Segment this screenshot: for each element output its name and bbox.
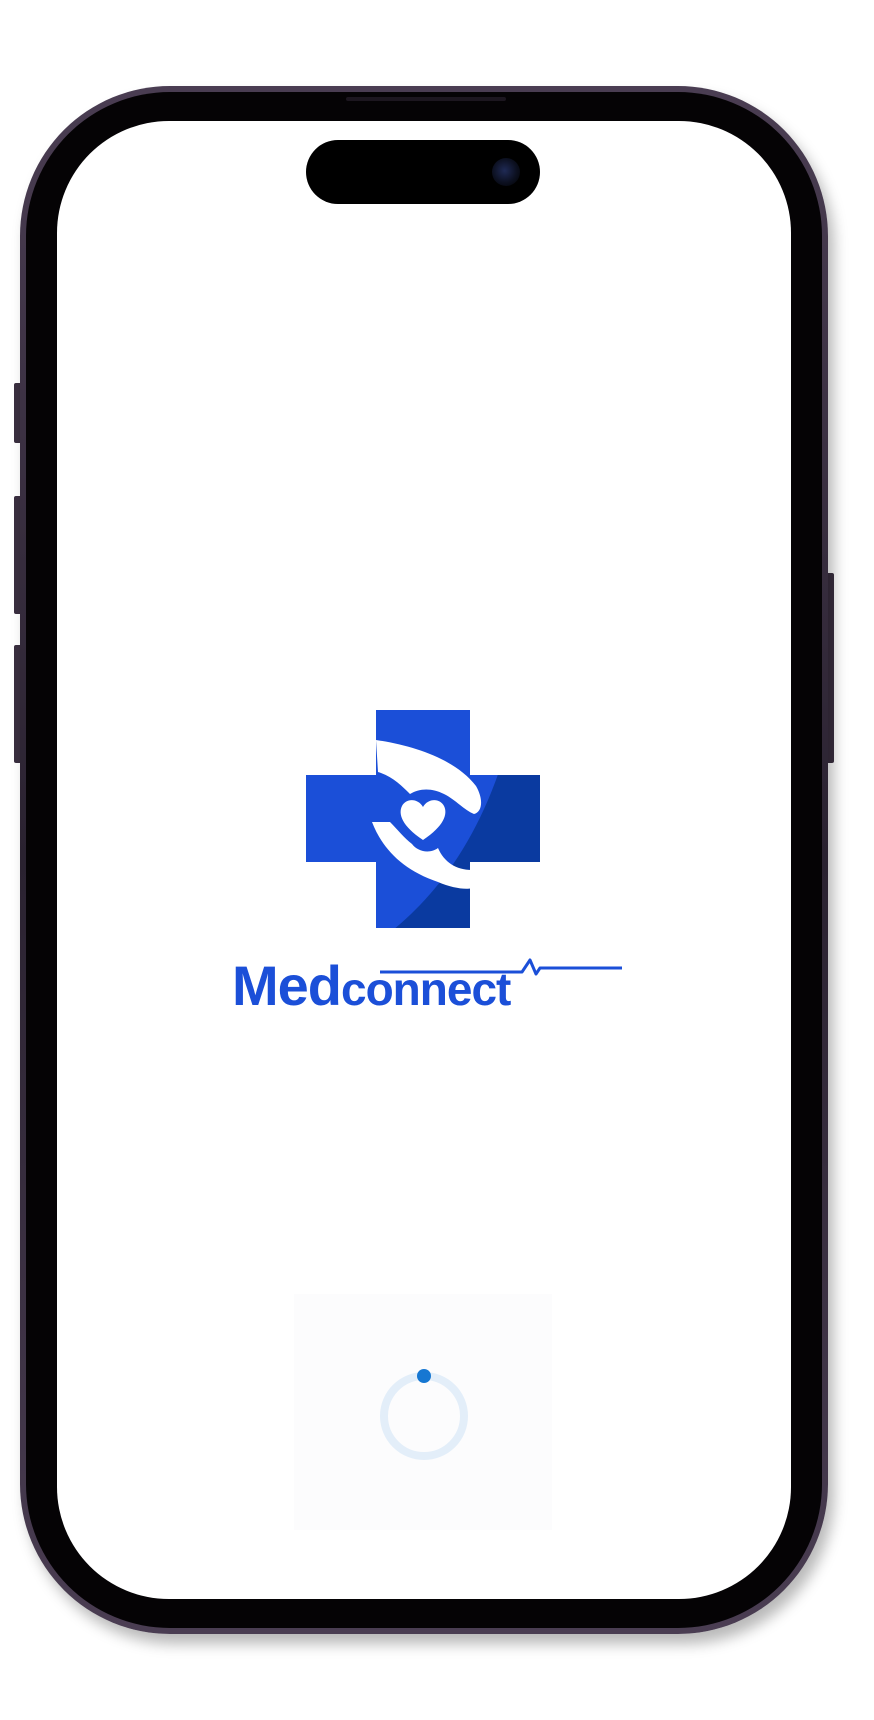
front-camera-icon (492, 158, 520, 186)
app-wordmark: Medconnect (232, 954, 622, 1017)
medical-cross-hands-heart-icon (306, 710, 540, 928)
loading-spinner-icon (380, 1369, 468, 1460)
app-name-connect: connect (341, 963, 511, 1015)
speaker-grille (346, 97, 506, 101)
splash-screen-mockup: Medconnect (0, 0, 874, 1720)
app-name-med: Med (232, 954, 342, 1017)
dynamic-island (306, 140, 540, 204)
